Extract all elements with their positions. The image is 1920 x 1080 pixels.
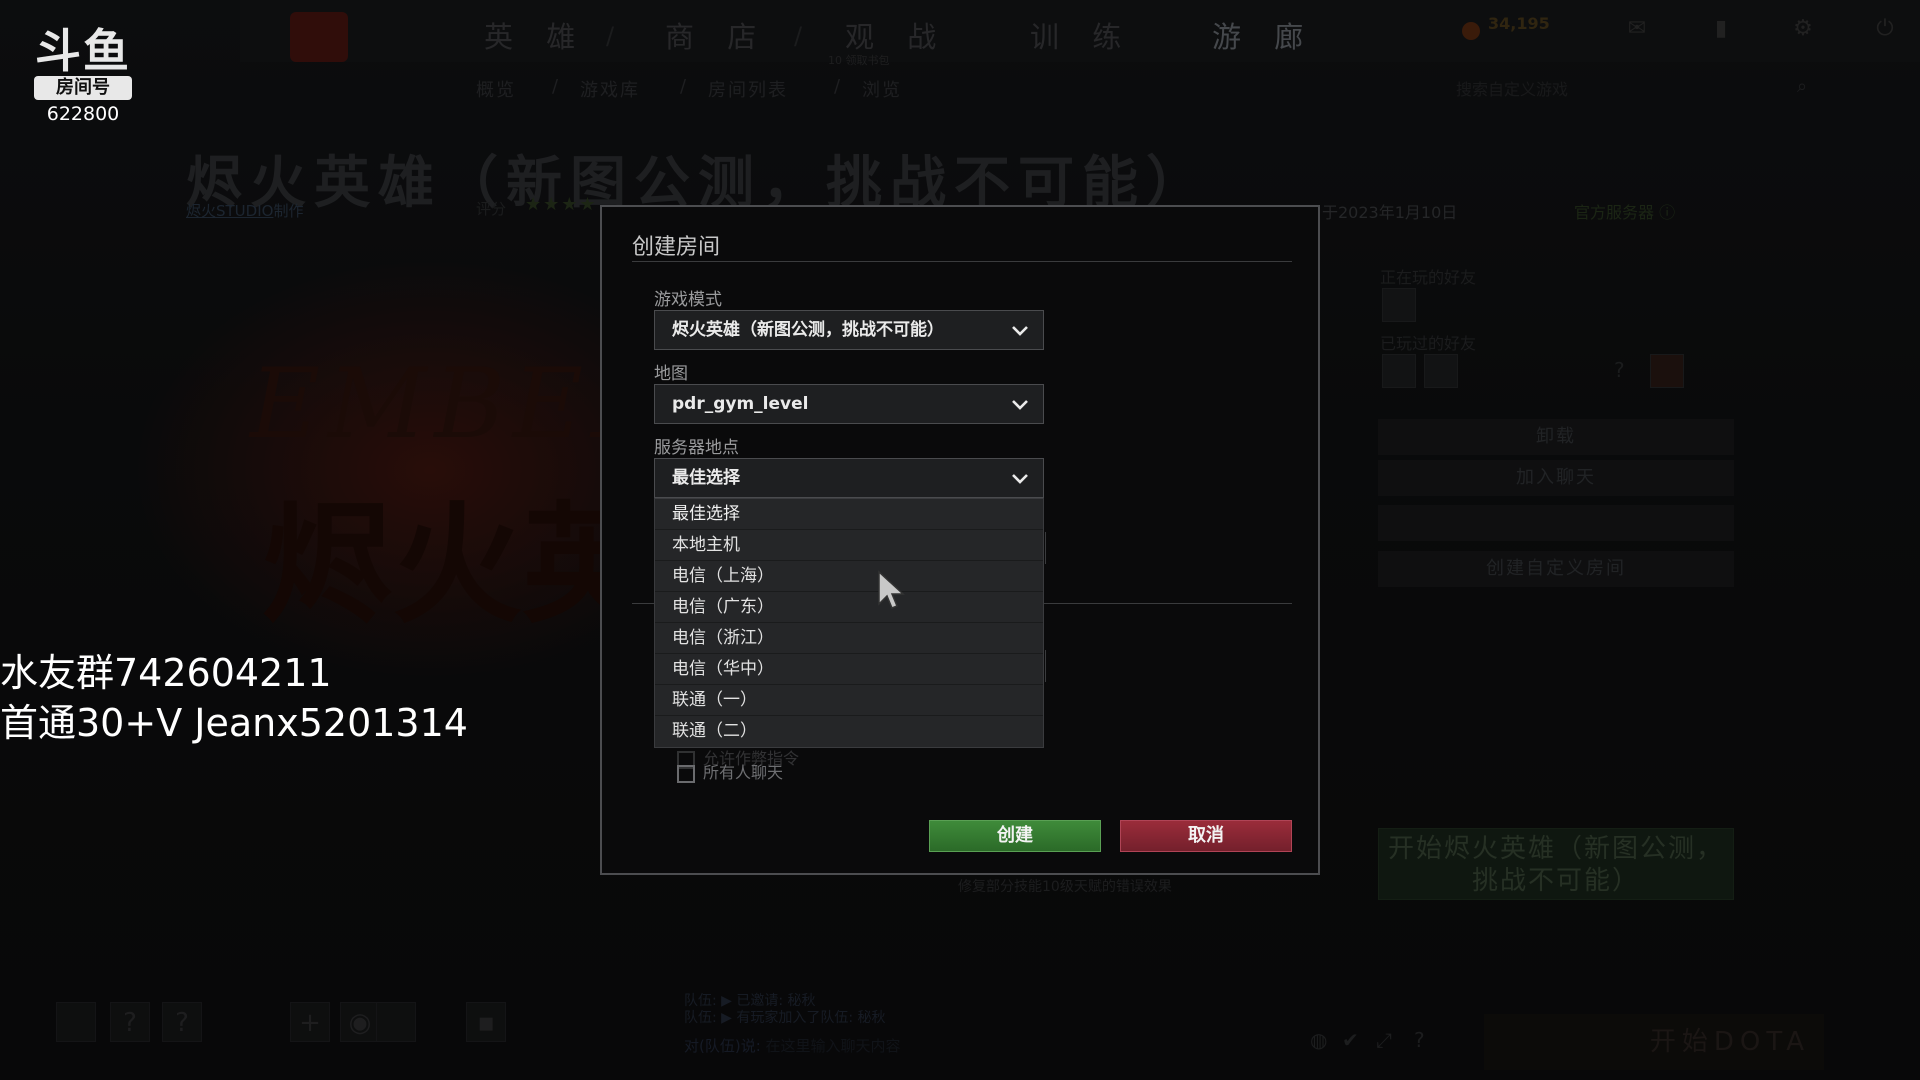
game-mode-label: 游戏模式 (654, 290, 722, 310)
douyu-logo: 斗鱼 房间号 622800 (30, 28, 136, 125)
dropdown-option[interactable]: 最佳选择 (655, 499, 1043, 530)
map-value: pdr_gym_level (672, 394, 809, 414)
all-chat-checkbox-row[interactable]: 所有人聊天 (677, 759, 783, 783)
server-location-label: 服务器地点 (654, 438, 739, 458)
all-chat-label: 所有人聊天 (703, 763, 784, 782)
stream-watermark: 水友群742604211 首通30+V Jeanx5201314 (0, 648, 468, 748)
create-button[interactable]: 创建 (929, 820, 1101, 852)
server-location-value: 最佳选择 (672, 468, 740, 488)
mouse-cursor-icon (878, 570, 905, 609)
all-chat-checkbox[interactable] (677, 764, 695, 783)
map-label: 地图 (654, 364, 688, 384)
room-number-badge: 房间号 (34, 76, 132, 100)
dropdown-option[interactable]: 本地主机 (655, 530, 1043, 561)
dropdown-option[interactable]: 电信（上海） (655, 561, 1043, 592)
dropdown-option[interactable]: 电信（浙江） (655, 623, 1043, 654)
server-location-select[interactable]: 最佳选择 (654, 458, 1044, 498)
dialog-title: 创建房间 (632, 235, 721, 260)
watermark-line: 水友群742604211 (0, 651, 332, 695)
watermark-line: 首通30+V Jeanx5201314 (0, 701, 468, 745)
dropdown-option[interactable]: 联通（一） (655, 685, 1043, 716)
chevron-down-icon (1012, 400, 1028, 410)
dropdown-option[interactable]: 电信（广东） (655, 592, 1043, 623)
map-select[interactable]: pdr_gym_level (654, 384, 1044, 424)
game-mode-value: 烬火英雄（新图公测，挑战不可能） (672, 320, 944, 340)
cancel-button[interactable]: 取消 (1120, 820, 1292, 852)
chevron-down-icon (1012, 474, 1028, 484)
game-mode-select[interactable]: 烬火英雄（新图公测，挑战不可能） (654, 310, 1044, 350)
douyu-logo-text: 斗鱼 (35, 24, 131, 78)
room-number: 622800 (46, 103, 120, 125)
dropdown-option[interactable]: 电信（华中） (655, 654, 1043, 685)
dialog-divider (632, 261, 1292, 262)
chevron-down-icon (1012, 326, 1028, 336)
create-room-dialog: 创建房间 游戏模式 烬火英雄（新图公测，挑战不可能） 地图 pdr_gym_le… (600, 205, 1320, 875)
server-location-dropdown: 最佳选择 本地主机 电信（上海） 电信（广东） 电信（浙江） 电信（华中） 联通… (654, 498, 1044, 748)
dropdown-option[interactable]: 联通（二） (655, 716, 1043, 747)
